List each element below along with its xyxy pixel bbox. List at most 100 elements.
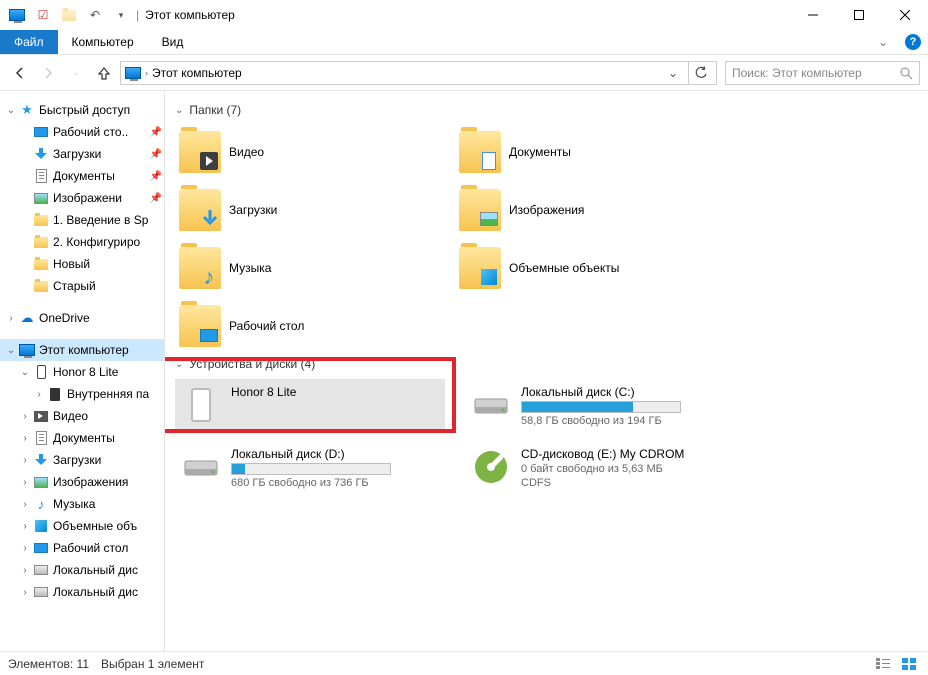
sidebar-quick-item[interactable]: 1. Введение в Sp — [0, 209, 164, 231]
chevron-down-icon[interactable]: ⌄ — [4, 345, 18, 356]
view-icons-button[interactable] — [898, 655, 920, 673]
drive-item[interactable]: CD-дисковод (E:) My CDROM0 байт свободно… — [465, 441, 735, 495]
folder-item[interactable]: Документы — [455, 125, 725, 179]
sidebar-pc-item[interactable]: ›♪Музыка — [0, 493, 164, 515]
chevron-right-icon[interactable]: › — [4, 313, 18, 324]
forward-button[interactable] — [36, 61, 60, 85]
folder-item[interactable]: Рабочий стол — [175, 299, 445, 353]
drive-item[interactable]: Локальный диск (C:) 58,8 ГБ свободно из 1… — [465, 379, 735, 433]
folder-icon — [459, 247, 501, 289]
folder-item[interactable]: Объемные объекты — [455, 241, 725, 295]
sidebar-quick-item[interactable]: Новый — [0, 253, 164, 275]
chevron-right-icon[interactable]: › — [18, 411, 32, 422]
recent-dropdown[interactable]: ⌄ — [64, 61, 88, 85]
folder-item[interactable]: Загрузки — [175, 183, 445, 237]
status-count: Элементов: 11 — [8, 657, 89, 671]
breadcrumb-item[interactable]: Этот компьютер — [152, 66, 242, 80]
sidebar-quick-item[interactable]: Изображени📌 — [0, 187, 164, 209]
sidebar-pc-item[interactable]: ›Видео — [0, 405, 164, 427]
sidebar-pc-item[interactable]: ›Документы — [0, 427, 164, 449]
chevron-right-icon[interactable]: › — [18, 521, 32, 532]
chevron-right-icon[interactable]: › — [18, 499, 32, 510]
tab-computer[interactable]: Компьютер — [58, 30, 148, 54]
minimize-button[interactable] — [790, 0, 836, 30]
sidebar-quick-item[interactable]: Рабочий сто..📌 — [0, 121, 164, 143]
folder-icon — [179, 189, 221, 231]
maximize-button[interactable] — [836, 0, 882, 30]
folder-label: Видео — [229, 145, 264, 159]
sidebar-pc-item[interactable]: ›Изображения — [0, 471, 164, 493]
up-button[interactable] — [92, 61, 116, 85]
ribbon-collapse-icon[interactable]: ⌄ — [868, 30, 898, 54]
sidebar-pc-item[interactable]: ›Рабочий стол — [0, 537, 164, 559]
pic-icon — [32, 474, 50, 490]
sidebar: ⌄ ★ Быстрый доступ Рабочий сто..📌Загрузк… — [0, 91, 165, 651]
drive-item[interactable]: Honor 8 Lite — [175, 379, 445, 433]
back-button[interactable] — [8, 61, 32, 85]
chevron-right-icon[interactable]: › — [32, 389, 46, 400]
qat-newfolder-icon[interactable] — [58, 4, 80, 26]
folder-icon — [179, 305, 221, 347]
folder-item[interactable]: ♪Музыка — [175, 241, 445, 295]
addressbar: ⌄ › Этот компьютер ⌄ Поиск: Этот компьют… — [0, 55, 928, 91]
download-icon — [32, 146, 50, 162]
video-icon — [32, 408, 50, 424]
sidebar-pc-item[interactable]: ›Загрузки — [0, 449, 164, 471]
view-details-button[interactable] — [872, 655, 894, 673]
close-button[interactable] — [882, 0, 928, 30]
phone-icon — [181, 385, 221, 425]
drive-name: Локальный диск (C:) — [521, 385, 729, 399]
folder-icon — [32, 234, 50, 250]
help-button[interactable]: ? — [898, 30, 928, 54]
hdd-icon — [181, 447, 221, 487]
sidebar-phone[interactable]: ⌄ Honor 8 Lite — [0, 361, 164, 383]
folder-item[interactable]: Изображения — [455, 183, 725, 237]
chevron-down-icon[interactable]: ⌄ — [4, 105, 18, 116]
sidebar-pc-item[interactable]: ›Локальный дис — [0, 581, 164, 603]
folder-item[interactable]: Видео — [175, 125, 445, 179]
drive-item[interactable]: Локальный диск (D:)680 ГБ свободно из 73… — [175, 441, 445, 495]
folder-icon: ♪ — [179, 247, 221, 289]
hdd-icon — [471, 385, 511, 425]
drive-sub: 58,8 ГБ свободно из 194 ГБ — [521, 415, 729, 427]
drive-usage-bar — [231, 463, 391, 475]
qat-dropdown-icon[interactable]: ▾ — [110, 4, 132, 26]
window-title: Этот компьютер — [145, 8, 235, 22]
chevron-right-icon[interactable]: › — [18, 543, 32, 554]
chevron-right-icon[interactable]: › — [18, 565, 32, 576]
address-dropdown-icon[interactable]: ⌄ — [664, 66, 682, 80]
sidebar-onedrive[interactable]: › ☁ OneDrive — [0, 307, 164, 329]
search-input[interactable]: Поиск: Этот компьютер — [725, 61, 920, 85]
tab-view[interactable]: Вид — [148, 30, 198, 54]
sidebar-quick-access[interactable]: ⌄ ★ Быстрый доступ — [0, 99, 164, 121]
group-folders[interactable]: ⌄ Папки (7) — [175, 103, 928, 117]
sidebar-quick-item[interactable]: 2. Конфигуриро — [0, 231, 164, 253]
chevron-right-icon[interactable]: › — [18, 587, 32, 598]
qat-undo-icon[interactable]: ↶ — [84, 4, 106, 26]
status-selected: Выбран 1 элемент — [101, 657, 204, 671]
qat-properties-icon[interactable]: ☑ — [32, 4, 54, 26]
folder-label: Загрузки — [229, 203, 277, 217]
pic-icon — [32, 190, 50, 206]
chevron-right-icon[interactable]: › — [18, 455, 32, 466]
desktop-icon — [32, 540, 50, 556]
chevron-down-icon[interactable]: ⌄ — [18, 367, 32, 378]
file-tab[interactable]: Файл — [0, 30, 58, 54]
sidebar-pc-item[interactable]: ›Локальный дис — [0, 559, 164, 581]
sidebar-quick-item[interactable]: Загрузки📌 — [0, 143, 164, 165]
folder-icon — [459, 189, 501, 231]
folder-label: Документы — [509, 145, 571, 159]
group-drives[interactable]: ⌄ Устройства и диски (4) — [175, 357, 928, 371]
breadcrumb[interactable]: › Этот компьютер ⌄ — [120, 61, 717, 85]
sidebar-phone-storage[interactable]: › Внутренняя па — [0, 383, 164, 405]
pin-icon: 📌 — [150, 127, 162, 138]
chevron-right-icon[interactable]: › — [18, 433, 32, 444]
sidebar-quick-item[interactable]: Старый — [0, 275, 164, 297]
sidebar-quick-item[interactable]: Документы📌 — [0, 165, 164, 187]
download-icon — [32, 452, 50, 468]
search-icon — [899, 66, 913, 80]
refresh-button[interactable] — [688, 62, 712, 84]
sidebar-this-pc[interactable]: ⌄ Этот компьютер — [0, 339, 164, 361]
sidebar-pc-item[interactable]: ›Объемные объ — [0, 515, 164, 537]
chevron-right-icon[interactable]: › — [18, 477, 32, 488]
